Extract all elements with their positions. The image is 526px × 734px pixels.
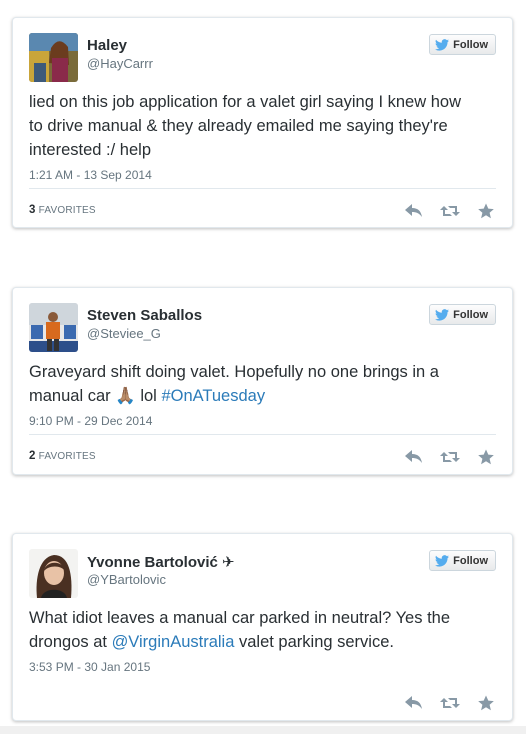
tweet-text: lied on this job application for a valet… — [29, 93, 461, 159]
follow-button[interactable]: Follow — [429, 304, 496, 325]
username[interactable]: @Steviee_G — [87, 326, 161, 341]
username[interactable]: @HayCarrr — [87, 56, 153, 71]
display-name[interactable]: Haley — [87, 37, 127, 54]
retweet-icon[interactable] — [440, 449, 460, 465]
favorites-label: FAVORITES — [38, 451, 96, 462]
avatar[interactable] — [29, 549, 78, 598]
hashtag-link[interactable]: #OnATuesday — [161, 387, 265, 405]
follow-label: Follow — [453, 38, 488, 51]
favorites-number: 3 — [29, 204, 36, 216]
mention-link[interactable]: @VirginAustralia — [112, 633, 235, 651]
tweet-card: Steven Saballos @Steviee_G Follow Gravey… — [12, 287, 513, 475]
divider — [29, 188, 496, 189]
twitter-bird-icon — [435, 308, 450, 321]
tweet-actions — [404, 695, 496, 711]
avatar[interactable] — [29, 33, 78, 82]
tweet-text-end: valet parking service. — [234, 633, 394, 651]
tweet-actions — [404, 449, 496, 465]
timestamp[interactable]: 9:10 PM - 29 Dec 2014 — [29, 414, 152, 428]
follow-button[interactable]: Follow — [429, 34, 496, 55]
follow-label: Follow — [453, 308, 488, 321]
favorites-label: FAVORITES — [38, 205, 96, 216]
reply-icon[interactable] — [404, 449, 424, 465]
reply-icon[interactable] — [404, 203, 424, 219]
twitter-bird-icon — [435, 38, 450, 51]
avatar[interactable] — [29, 303, 78, 352]
tweet-text: What idiot leaves a manual car parked in… — [29, 606, 472, 654]
tweet-card: Yvonne Bartolović ✈ @YBartolovic Follow … — [12, 533, 513, 721]
tweet-text: Graveyard shift doing valet. Hopefully n… — [29, 360, 472, 408]
follow-button[interactable]: Follow — [429, 550, 496, 571]
username[interactable]: @YBartolovic — [87, 572, 166, 587]
display-name[interactable]: Yvonne Bartolović ✈ — [87, 553, 235, 571]
favorites-count[interactable]: 2 FAVORITES — [29, 450, 96, 462]
page-footer-strip — [0, 726, 526, 734]
retweet-icon[interactable] — [440, 203, 460, 219]
follow-label: Follow — [453, 554, 488, 567]
retweet-icon[interactable] — [440, 695, 460, 711]
favorite-star-icon[interactable] — [476, 449, 496, 465]
favorite-star-icon[interactable] — [476, 695, 496, 711]
display-name[interactable]: Steven Saballos — [87, 307, 202, 324]
reply-icon[interactable] — [404, 695, 424, 711]
timestamp[interactable]: 1:21 AM - 13 Sep 2014 — [29, 168, 152, 182]
favorites-count[interactable]: 3 FAVORITES — [29, 204, 96, 216]
divider — [29, 434, 496, 435]
tweet-actions — [404, 203, 496, 219]
tweet-card: Haley @HayCarrr Follow lied on this job … — [12, 17, 513, 228]
twitter-bird-icon — [435, 554, 450, 567]
favorites-number: 2 — [29, 450, 36, 462]
favorite-star-icon[interactable] — [476, 203, 496, 219]
timestamp[interactable]: 3:53 PM - 30 Jan 2015 — [29, 660, 150, 674]
